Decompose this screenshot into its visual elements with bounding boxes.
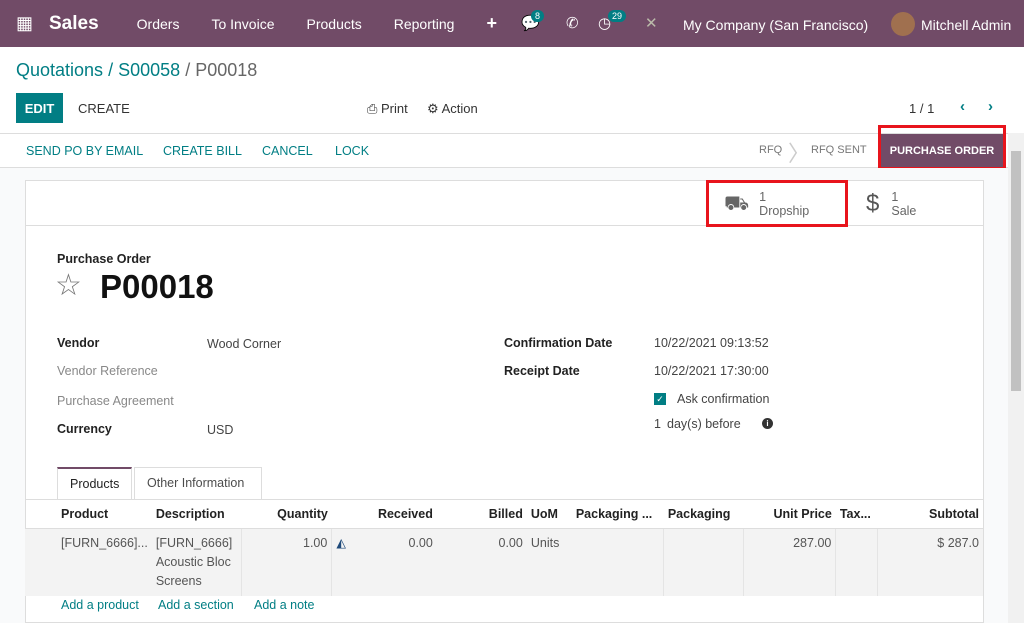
status-bar: SEND PO BY EMAIL CREATE BILL CANCEL LOCK… (0, 133, 1008, 168)
days-before-label: day(s) before (667, 417, 741, 431)
create-button[interactable]: CREATE (78, 101, 130, 116)
add-product-link[interactable]: Add a product (61, 598, 139, 612)
scrollbar[interactable] (1008, 133, 1024, 623)
col-product[interactable]: Product (25, 500, 152, 529)
col-subtotal[interactable]: Subtotal (878, 500, 983, 529)
highlight-box (878, 125, 1006, 170)
stage-rfq[interactable]: RFQ (759, 144, 782, 156)
col-description[interactable]: Description (152, 500, 242, 529)
confirmation-date-label: Confirmation Date (504, 336, 612, 350)
record-name: P00018 (100, 268, 214, 306)
col-billed[interactable]: Billed (437, 500, 527, 529)
gear-icon: ⚙ (427, 101, 442, 116)
col-received[interactable]: Received (362, 500, 437, 529)
order-lines-table: Product Description Quantity Received Bi… (25, 499, 983, 596)
vendor-value[interactable]: Wood Corner (207, 337, 281, 351)
breadcrumb: Quotations / S00058 / P00018 (16, 60, 257, 81)
breadcrumb-quotations[interactable]: Quotations (16, 60, 103, 80)
col-packaging-qty[interactable]: Packaging ... (572, 500, 664, 529)
cell-quantity[interactable]: 1.00 (242, 529, 332, 597)
cell-uom[interactable]: Units (527, 529, 572, 597)
cell-packaging-qty[interactable] (572, 529, 664, 597)
pager: 1 / 1 (909, 101, 934, 116)
col-uom[interactable]: UoM (527, 500, 572, 529)
menu-orders[interactable]: Orders (137, 16, 180, 32)
messages-icon[interactable]: 💬8 (521, 14, 540, 32)
info-icon[interactable]: i (762, 418, 773, 429)
print-button[interactable]: ⎙ Print (367, 101, 408, 117)
currency-label: Currency (57, 422, 112, 436)
days-before-value: 1 (654, 417, 661, 431)
stage-arrow: 〉 (788, 136, 810, 168)
add-section-link[interactable]: Add a section (158, 598, 234, 612)
dollar-icon: $ (866, 197, 879, 211)
col-packaging[interactable]: Packaging (664, 500, 744, 529)
app-name[interactable]: Sales (49, 13, 99, 35)
cell-product[interactable]: [FURN_6666]... (25, 529, 152, 597)
previous-icon[interactable]: ‹ (960, 98, 965, 115)
sale-label: Sale (891, 204, 916, 218)
tab-products[interactable]: Products (57, 467, 132, 500)
tab-other-information[interactable]: Other Information (134, 467, 262, 500)
col-unit-price[interactable]: Unit Price (744, 500, 836, 529)
col-forecast (332, 500, 362, 529)
action-label: Action (442, 101, 478, 116)
menu-to-invoice[interactable]: To Invoice (211, 16, 274, 32)
company-switcher[interactable]: My Company (San Francisco) (683, 17, 868, 33)
print-label: Print (381, 101, 408, 116)
activities-badge: 29 (608, 10, 626, 22)
cancel-button[interactable]: CANCEL (262, 144, 313, 158)
phone-icon[interactable]: ✆ (566, 14, 579, 32)
breadcrumb-s00058[interactable]: S00058 (118, 60, 180, 80)
separator: / (185, 60, 190, 80)
cell-unit-price[interactable]: 287.00 (744, 529, 836, 597)
table-row[interactable]: [FURN_6666]... [FURN_6666] Acoustic Bloc… (25, 529, 983, 597)
breadcrumb-current: P00018 (195, 60, 257, 80)
plus-icon[interactable]: + (486, 13, 497, 34)
cell-received: 0.00 (362, 529, 437, 597)
messages-badge: 8 (531, 10, 544, 22)
scrollbar-thumb[interactable] (1011, 151, 1021, 391)
form-type-label: Purchase Order (57, 252, 151, 266)
vendor-label: Vendor (57, 336, 99, 350)
lock-button[interactable]: LOCK (335, 144, 369, 158)
create-bill-button[interactable]: CREATE BILL (163, 144, 242, 158)
stage-rfq-sent[interactable]: RFQ SENT (811, 144, 867, 156)
forecast-chart-icon[interactable]: ◭ (332, 529, 362, 597)
action-button[interactable]: ⚙ Action (427, 101, 478, 117)
activities-icon[interactable]: ◷29 (598, 14, 611, 32)
col-taxes[interactable]: Tax... (836, 500, 878, 529)
cell-description[interactable]: [FURN_6666] Acoustic Bloc Screens (152, 529, 242, 597)
cell-taxes[interactable] (836, 529, 878, 597)
print-icon: ⎙ (367, 101, 381, 116)
edit-button[interactable]: EDIT (16, 93, 63, 123)
apps-menu-icon[interactable]: ▦ (16, 13, 34, 34)
vendor-reference-label: Vendor Reference (57, 364, 158, 378)
cell-subtotal: $ 287.0 (878, 529, 983, 597)
ask-confirmation-checkbox[interactable]: ✓ (654, 393, 666, 405)
ask-confirmation-label: Ask confirmation (677, 392, 769, 406)
purchase-agreement-label: Purchase Agreement (57, 394, 174, 408)
star-icon[interactable]: ☆ (55, 268, 82, 303)
receipt-date-value: 10/22/2021 17:30:00 (654, 364, 769, 378)
currency-value: USD (207, 423, 233, 437)
receipt-date-label: Receipt Date (504, 364, 580, 378)
col-quantity[interactable]: Quantity (242, 500, 332, 529)
next-icon[interactable]: › (988, 98, 993, 115)
add-note-link[interactable]: Add a note (254, 598, 314, 612)
sale-count: 1 (891, 190, 898, 204)
avatar[interactable] (891, 12, 915, 36)
menu-reporting[interactable]: Reporting (394, 16, 455, 32)
send-po-by-email-button[interactable]: SEND PO BY EMAIL (26, 144, 143, 158)
top-navbar: ▦ Sales Orders To Invoice Products Repor… (0, 0, 1024, 47)
cell-packaging[interactable] (664, 529, 744, 597)
highlight-box (706, 180, 848, 227)
menu-products[interactable]: Products (307, 16, 362, 32)
sale-smart-button[interactable]: $ 1Sale (866, 181, 916, 226)
user-menu[interactable]: Mitchell Admin (921, 17, 1011, 33)
tools-icon[interactable]: ✕ (645, 14, 658, 32)
separator: / (108, 60, 113, 80)
cell-billed: 0.00 (437, 529, 527, 597)
confirmation-date-value: 10/22/2021 09:13:52 (654, 336, 769, 350)
